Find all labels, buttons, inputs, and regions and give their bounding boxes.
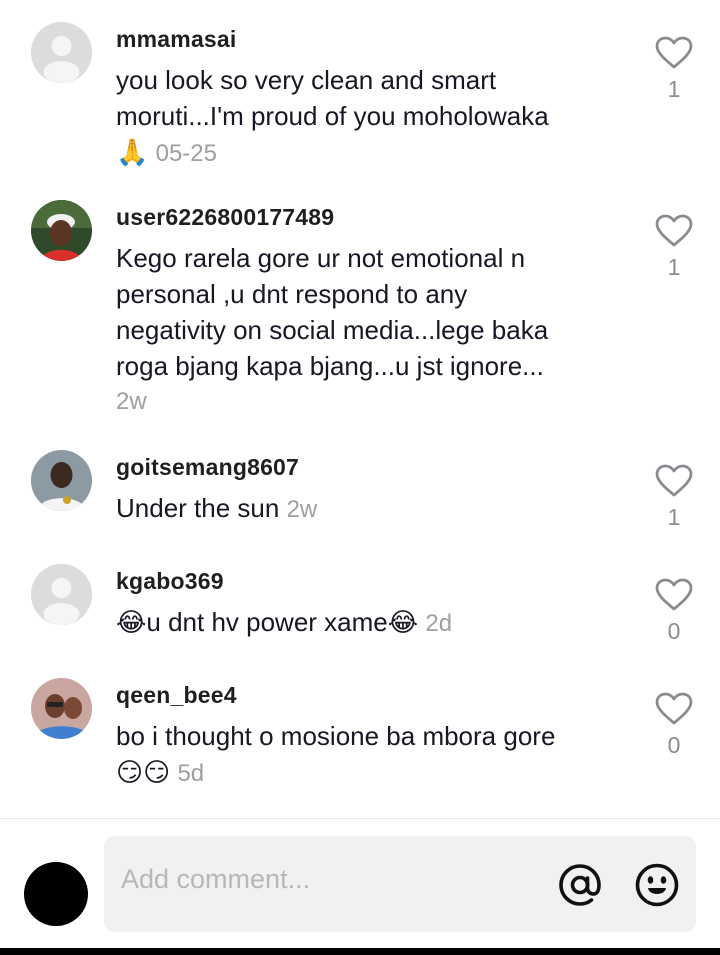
comment-text: Under the sun 2w bbox=[116, 490, 626, 528]
praying-hands-emoji: 🙏 bbox=[116, 138, 149, 168]
default-avatar[interactable] bbox=[31, 564, 92, 625]
photo-woman-avatar[interactable] bbox=[31, 678, 92, 739]
smiley-icon[interactable] bbox=[633, 861, 681, 909]
comment-username[interactable]: mmamasai bbox=[116, 26, 237, 53]
heart-icon[interactable] bbox=[655, 578, 693, 612]
comment-time: 5d bbox=[177, 760, 205, 787]
comment-username[interactable]: user6226800177489 bbox=[116, 204, 334, 231]
like-count: 1 bbox=[667, 254, 681, 280]
comment-meta-line: 🙏 05-25 bbox=[116, 134, 626, 172]
smirk-emoji: 😏😏 bbox=[116, 758, 171, 788]
comment-text-line: personal ,u dnt respond to any bbox=[116, 279, 468, 309]
comment-input-placeholder[interactable]: Add comment... bbox=[121, 864, 310, 895]
comment-text-line: roga bjang kapa bjang...u jst ignore... bbox=[116, 351, 544, 381]
at-icon[interactable] bbox=[556, 861, 604, 909]
comment-text-line: negativity on social media...lege baka bbox=[116, 315, 549, 345]
like-button[interactable]: 0 bbox=[652, 692, 696, 759]
comment-username[interactable]: qeen_bee4 bbox=[116, 682, 237, 709]
comment-time: 05-25 bbox=[155, 140, 217, 167]
comment-text-line: you look so very clean and smart bbox=[116, 65, 497, 95]
photo-man-shirt-avatar[interactable] bbox=[31, 450, 92, 511]
comment-text-body: u dnt hv power xame bbox=[146, 607, 388, 637]
like-button[interactable]: 1 bbox=[652, 464, 696, 531]
comment-time: 2d bbox=[425, 610, 453, 637]
heart-icon[interactable] bbox=[655, 214, 693, 248]
laughing-emoji: 😂 bbox=[116, 608, 147, 638]
comment-text-body: bo i thought o mosione ba mbora gore bbox=[116, 721, 556, 751]
divider bbox=[0, 818, 720, 819]
comment-text-line: Kego rarela gore ur not emotional n bbox=[116, 243, 526, 273]
comment-time: 2w bbox=[286, 496, 318, 523]
heart-icon[interactable] bbox=[655, 692, 693, 726]
like-count: 1 bbox=[667, 76, 681, 102]
bottom-bar bbox=[0, 948, 720, 955]
comment-username[interactable]: kgabo369 bbox=[116, 568, 224, 595]
comment-meta-line: 😏😏 5d bbox=[116, 754, 626, 792]
like-count: 0 bbox=[667, 618, 681, 644]
comment-text: Kego rarela gore ur not emotional n pers… bbox=[116, 240, 626, 420]
heart-icon[interactable] bbox=[655, 36, 693, 70]
comment-time: 2w bbox=[116, 388, 147, 415]
like-count: 1 bbox=[667, 504, 681, 530]
default-avatar[interactable] bbox=[31, 22, 92, 83]
laughing-emoji: 😂 bbox=[387, 608, 419, 638]
like-button[interactable]: 1 bbox=[652, 36, 696, 103]
comment-text: bo i thought o mosione ba mbora gore 😏😏 … bbox=[116, 718, 626, 792]
comment-username[interactable]: goitsemang8607 bbox=[116, 454, 299, 481]
comment-text: you look so very clean and smart moruti.… bbox=[116, 62, 626, 172]
comment-text-body: Under the sun bbox=[116, 493, 280, 523]
like-button[interactable]: 0 bbox=[652, 578, 696, 645]
heart-icon[interactable] bbox=[655, 464, 693, 498]
like-count: 0 bbox=[667, 732, 681, 758]
like-button[interactable]: 1 bbox=[652, 214, 696, 281]
photo-man-cap-avatar[interactable] bbox=[31, 200, 92, 261]
comment-text-line: moruti...I'm proud of you moholowaka bbox=[116, 101, 549, 131]
user-avatar bbox=[24, 862, 88, 926]
comment-input[interactable]: Add comment... bbox=[104, 836, 696, 932]
comment-text: 😂u dnt hv power xame😂 2d bbox=[116, 604, 626, 642]
